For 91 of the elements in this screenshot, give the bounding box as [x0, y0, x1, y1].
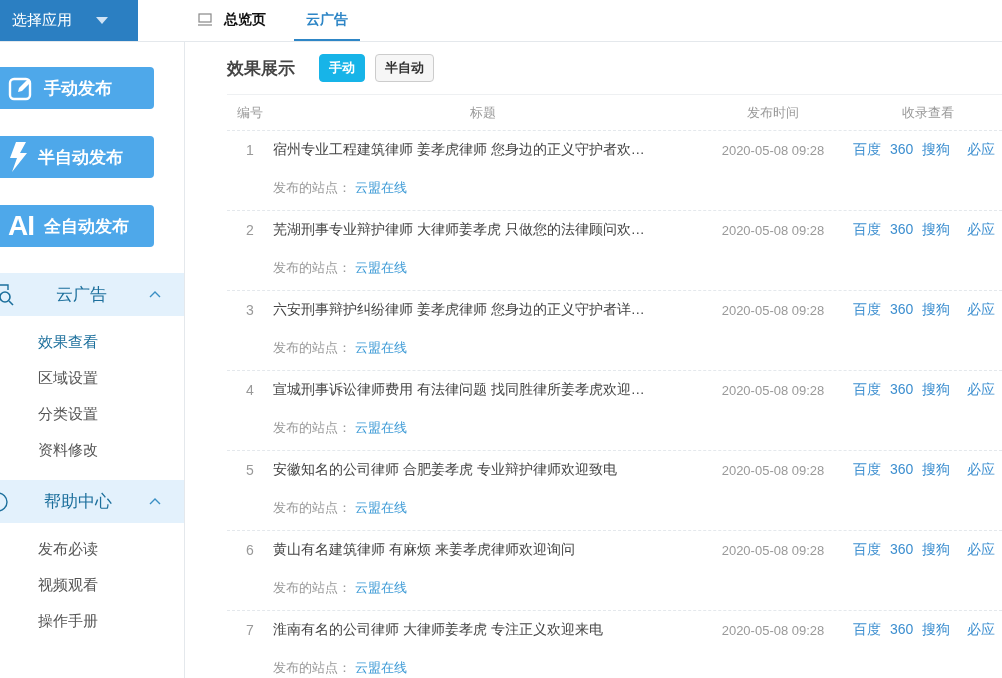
search-engine-link[interactable]: 必应 [967, 381, 996, 399]
search-engine-link[interactable]: 必应 [967, 621, 996, 639]
search-engine-link[interactable]: 搜狗 [922, 541, 951, 559]
app-switcher[interactable]: 选择应用 [0, 0, 138, 41]
row-number: 6 [245, 542, 255, 558]
search-engine-link[interactable]: 360 [890, 541, 914, 559]
search-engine-link[interactable]: 搜狗 [922, 301, 951, 319]
publish-button[interactable]: AI 全自动发布 [0, 205, 154, 247]
article-title: 黄山有名建筑律师 有麻烦 来姜孝虎律师欢迎询问 [273, 541, 576, 559]
edit-icon [8, 75, 34, 101]
search-engine-link[interactable]: 360 [890, 381, 914, 399]
site-link[interactable]: 云盟在线 [354, 580, 407, 595]
site-label: 发布的站点： [273, 500, 351, 515]
site-link[interactable]: 云盟在线 [354, 260, 407, 275]
row-number: 7 [245, 622, 255, 638]
site-label: 发布的站点： [273, 580, 351, 595]
sidebar-item[interactable]: 视频观看 [38, 575, 184, 595]
column-header: 标题 [469, 103, 497, 122]
mode-toggle[interactable]: 手动 [319, 54, 365, 82]
sidebar-item[interactable]: 资料修改 [38, 440, 184, 460]
search-engine-link[interactable]: 360 [890, 301, 914, 319]
search-engine-link[interactable]: 360 [890, 461, 914, 479]
lightning-icon [8, 142, 28, 172]
row-number: 4 [245, 382, 255, 398]
search-engine-link[interactable]: 必应 [967, 301, 996, 319]
row-number: 5 [245, 462, 255, 478]
search-engine-link[interactable]: 搜狗 [922, 621, 951, 639]
search-engine-link[interactable]: 必应 [967, 541, 996, 559]
publish-button[interactable]: 半自动发布 [0, 136, 154, 178]
article-title: 六安刑事辩护纠纷律师 姜孝虎律师 您身边的正义守护者详… [273, 301, 646, 319]
monitor-icon [198, 13, 212, 26]
row-number: 2 [245, 222, 255, 238]
sidebar-item[interactable]: 发布必读 [38, 539, 184, 559]
search-engine-link[interactable]: 搜狗 [922, 141, 951, 159]
search-engine-link[interactable]: 必应 [967, 141, 996, 159]
panel-title: 效果展示 [227, 57, 295, 80]
publish-time: 2020-05-08 09:28 [720, 302, 826, 318]
publish-time: 2020-05-08 09:28 [720, 542, 826, 558]
mode-toggle[interactable]: 半自动 [375, 54, 434, 82]
article-title: 芜湖刑事专业辩护律师 大律师姜孝虎 只做您的法律顾问欢… [273, 221, 646, 239]
site-link[interactable]: 云盟在线 [354, 660, 407, 675]
publish-time: 2020-05-08 09:28 [720, 142, 826, 158]
publish-time: 2020-05-08 09:28 [720, 382, 826, 398]
search-engine-link[interactable]: 搜狗 [922, 381, 951, 399]
nav-tab[interactable]: 总览页 [186, 0, 278, 41]
article-title: 宿州专业工程建筑律师 姜孝虎律师 您身边的正义守护者欢… [273, 141, 646, 159]
column-header: 发布时间 [746, 103, 800, 122]
site-label: 发布的站点： [273, 340, 351, 355]
site-label: 发布的站点： [273, 660, 351, 675]
publish-time: 2020-05-08 09:28 [720, 462, 826, 478]
search-engine-link[interactable]: 百度 [853, 541, 881, 559]
sidebar-item[interactable]: 区域设置 [38, 368, 184, 388]
site-label: 发布的站点： [273, 260, 351, 275]
search-engine-link[interactable]: 搜狗 [922, 461, 951, 479]
search-engine-link[interactable]: 百度 [853, 381, 881, 399]
row-number: 1 [245, 142, 255, 158]
search-engine-link[interactable]: 360 [890, 221, 914, 239]
search-engine-link[interactable]: 360 [890, 621, 914, 639]
site-link[interactable]: 云盟在线 [354, 420, 407, 435]
column-header: 编号 [236, 103, 264, 122]
article-title: 安徽知名的公司律师 合肥姜孝虎 专业辩护律师欢迎致电 [273, 461, 618, 479]
help-icon [0, 491, 8, 512]
search-engine-link[interactable]: 百度 [853, 461, 881, 479]
site-link[interactable]: 云盟在线 [354, 500, 407, 515]
site-label: 发布的站点： [273, 180, 351, 195]
nav-tab[interactable]: 云广告 [294, 0, 360, 41]
sidebar-item[interactable]: 操作手册 [38, 611, 184, 631]
sidebar-item[interactable]: 效果查看 [38, 332, 184, 352]
search-engine-link[interactable]: 百度 [853, 301, 881, 319]
search-icon [0, 283, 14, 306]
search-engine-link[interactable]: 必应 [967, 461, 996, 479]
search-engine-link[interactable]: 百度 [853, 141, 881, 159]
sidebar-section-header[interactable]: 帮助中心 [0, 480, 184, 523]
search-engine-link[interactable]: 百度 [853, 621, 881, 639]
column-header: 收录查看 [900, 103, 955, 122]
row-number: 3 [245, 302, 255, 318]
caret-icon [96, 17, 108, 24]
site-link[interactable]: 云盟在线 [354, 180, 407, 195]
publish-time: 2020-05-08 09:28 [720, 622, 826, 638]
search-engine-link[interactable]: 360 [890, 141, 914, 159]
search-engine-link[interactable]: 搜狗 [922, 221, 951, 239]
site-label: 发布的站点： [273, 420, 351, 435]
publish-button[interactable]: 手动发布 [0, 67, 154, 109]
search-engine-link[interactable]: 必应 [967, 221, 996, 239]
search-engine-link[interactable]: 百度 [853, 221, 881, 239]
publish-time: 2020-05-08 09:28 [720, 222, 826, 238]
site-link[interactable]: 云盟在线 [354, 340, 407, 355]
article-title: 淮南有名的公司律师 大律师姜孝虎 专注正义欢迎来电 [273, 621, 604, 639]
sidebar-section-header[interactable]: 云广告 [0, 273, 184, 316]
sidebar-item[interactable]: 分类设置 [38, 404, 184, 424]
article-title: 宣城刑事诉讼律师费用 有法律问题 找同胜律所姜孝虎欢迎… [273, 381, 646, 399]
